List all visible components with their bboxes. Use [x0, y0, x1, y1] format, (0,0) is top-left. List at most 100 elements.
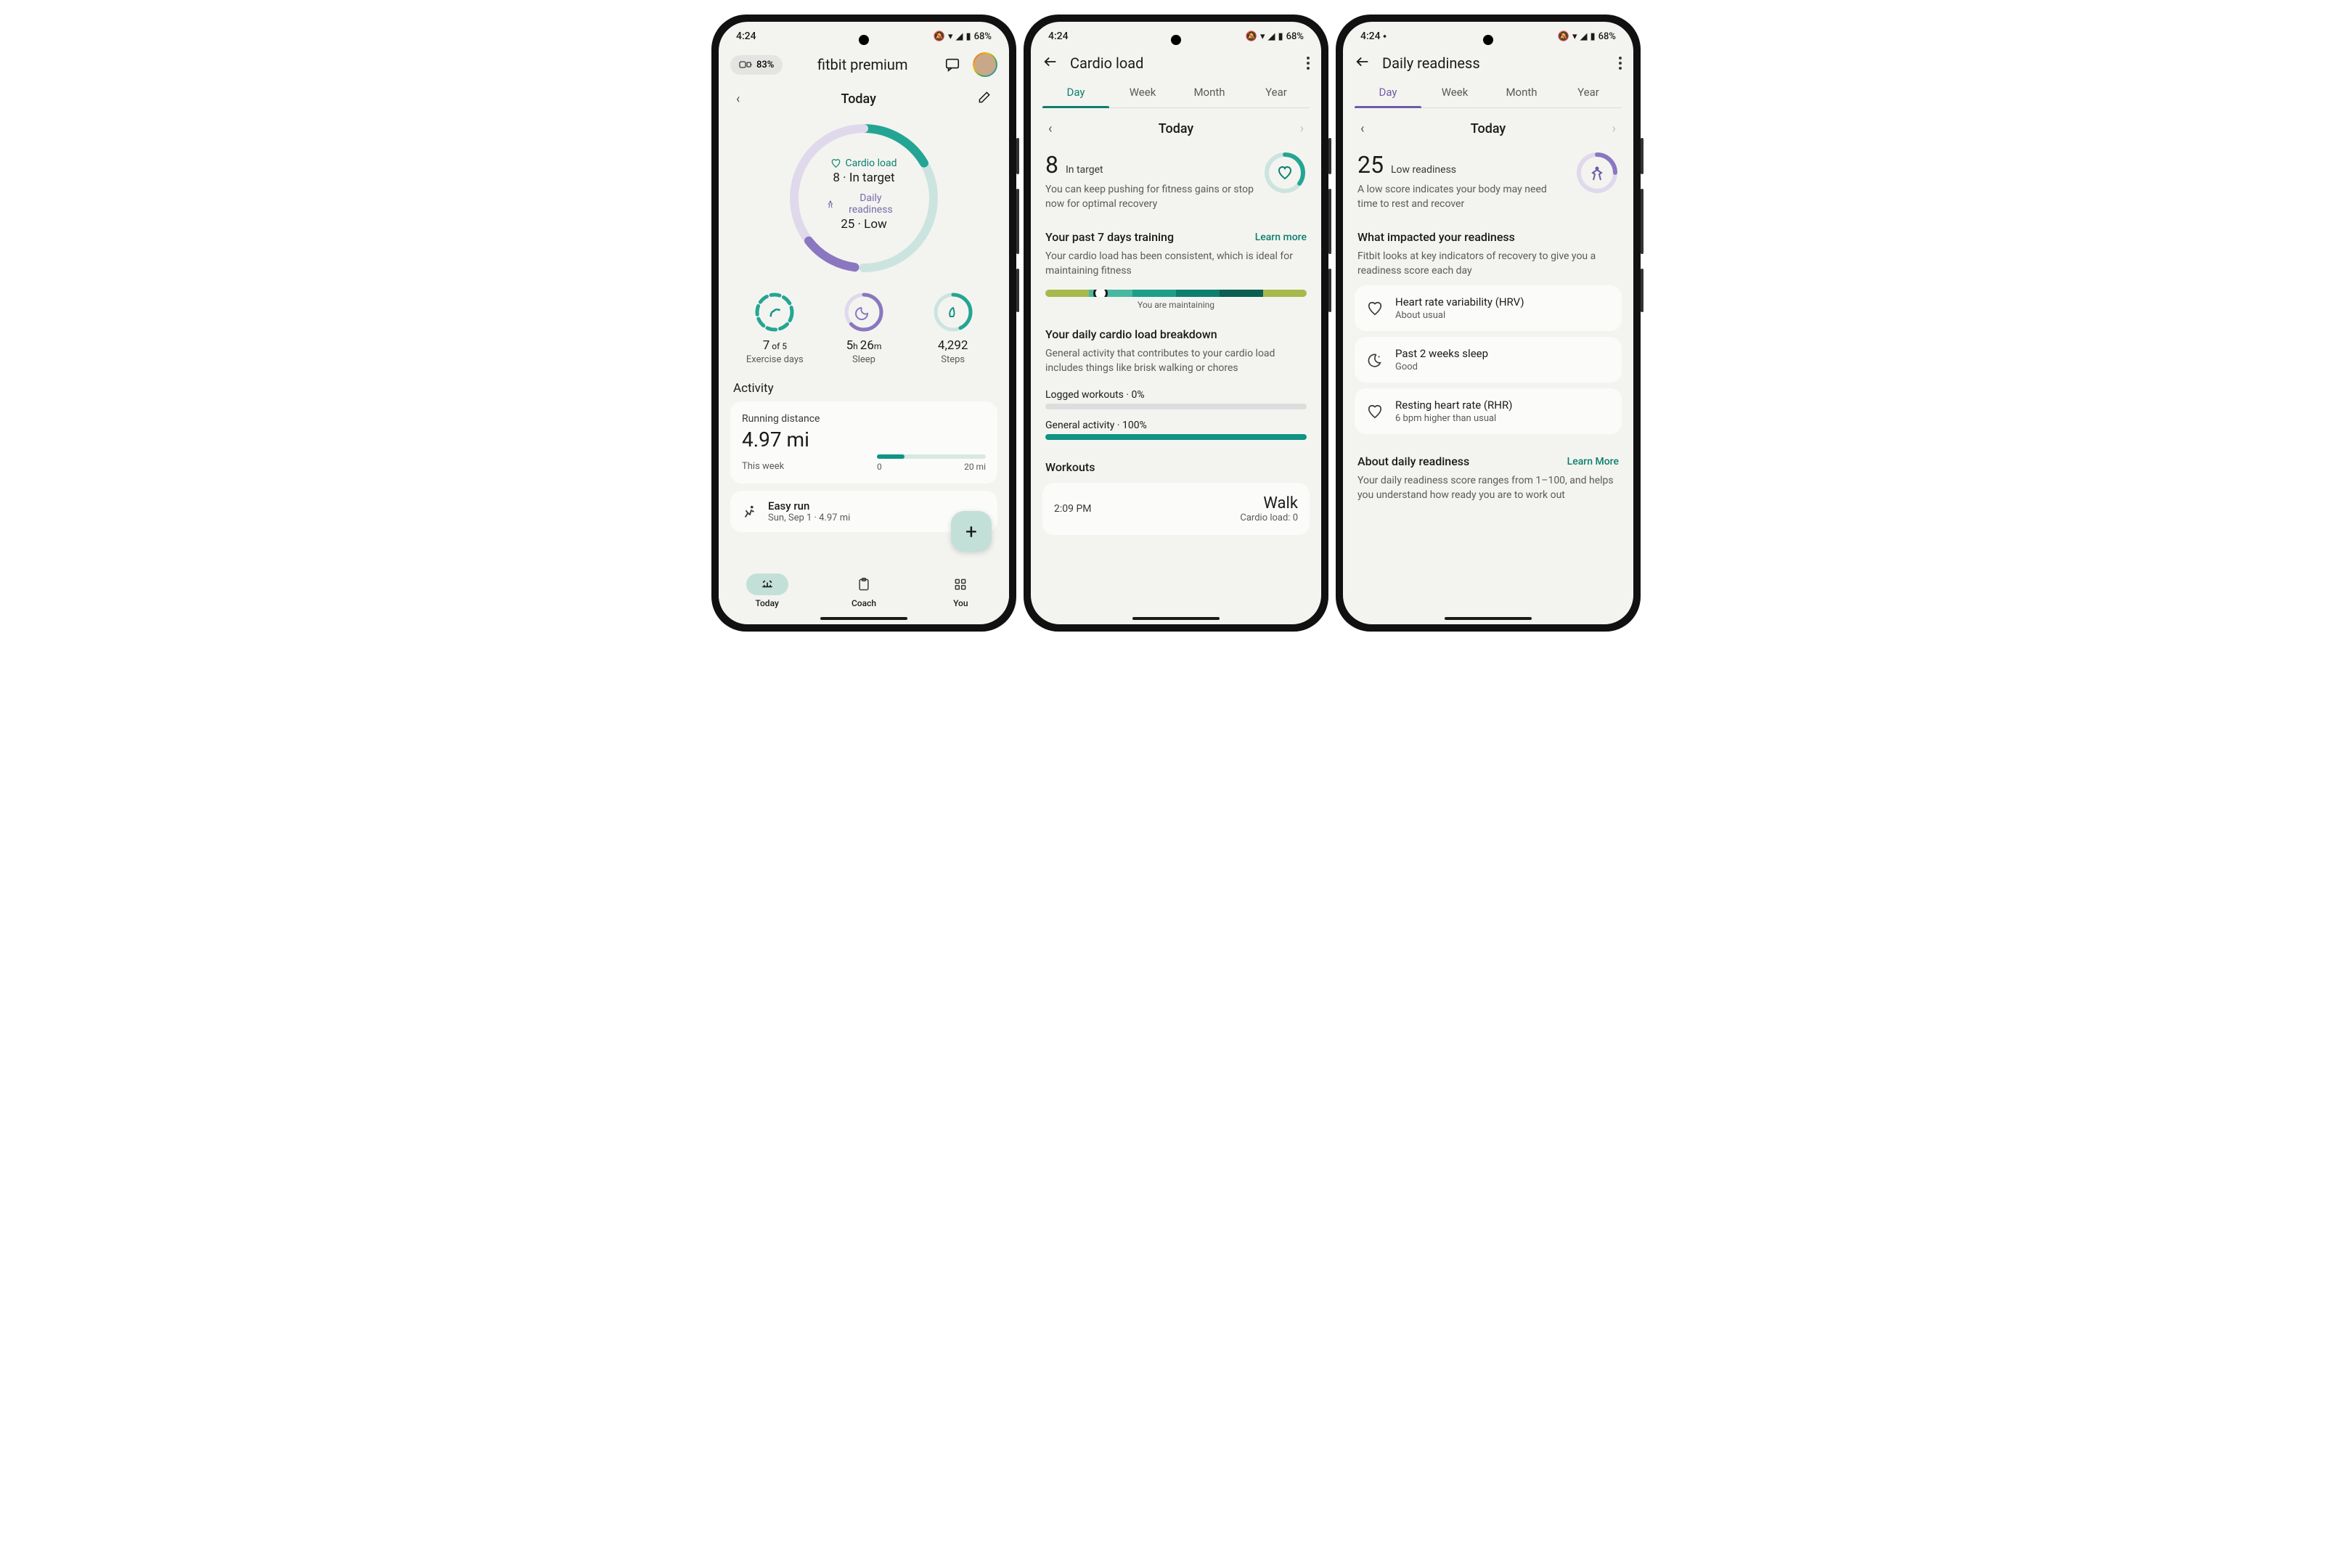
breakdown-title: Your daily cardio load breakdown [1045, 327, 1217, 341]
add-button[interactable]: + [951, 511, 992, 552]
pencil-icon [977, 90, 992, 105]
heart-icon [1367, 404, 1383, 420]
phone-cardio-load: 4:24 🔕 ▾ ◢ ▮ 68% Cardio load Day [1024, 15, 1328, 632]
profile-avatar[interactable] [973, 52, 997, 77]
plus-icon: + [965, 520, 977, 544]
steps-stat[interactable]: 4,292 Steps [908, 292, 997, 365]
nav-you[interactable]: You [912, 573, 1009, 608]
general-activity-label: General activity · 100% [1045, 420, 1307, 431]
main-ring[interactable]: Cardio load 8 · In target Daily readines… [730, 115, 997, 279]
chat-icon [944, 57, 960, 73]
running-period: This week [742, 461, 784, 472]
status-time: 4:24 [1048, 30, 1069, 42]
phone-today: 4:24 🔕 ▾ ◢ ▮ 68% 83% fitbit premium [711, 15, 1016, 632]
workout-time: 2:09 PM [1054, 503, 1092, 515]
back-button[interactable] [1042, 54, 1058, 73]
arrow-left-icon [1355, 54, 1371, 70]
tab-week[interactable]: Week [1109, 77, 1176, 107]
exercise-days-stat[interactable]: 7 of 5 Exercise days [730, 292, 820, 365]
tab-year[interactable]: Year [1555, 77, 1622, 107]
heart-icon [1367, 301, 1383, 317]
running-distance-card[interactable]: Running distance 4.97 mi This week 0 20 … [730, 401, 997, 483]
training-bar: You are maintaining [1042, 285, 1310, 314]
cardio-load-value: 8 · In target [826, 171, 902, 185]
factor-card-hrv[interactable]: Heart rate variability (HRV) About usual [1355, 285, 1622, 331]
readiness-score-desc: A low score indicates your body may need… [1357, 183, 1567, 211]
tab-month[interactable]: Month [1488, 77, 1555, 107]
running-title: Running distance [742, 413, 986, 425]
gesture-bar[interactable] [820, 617, 907, 620]
exercise-value: 7 [763, 338, 770, 353]
running-value: 4.97 mi [742, 428, 986, 452]
rhr-title: Resting heart rate (RHR) [1395, 399, 1512, 412]
workout-item-walk[interactable]: 2:09 PM Walk Cardio load: 0 [1042, 483, 1310, 535]
tab-day[interactable]: Day [1042, 77, 1109, 107]
battery-icon: ▮ [1278, 31, 1283, 42]
sleep-ring-icon [844, 292, 884, 332]
date-label: Today [1159, 121, 1194, 136]
exercise-label: Exercise days [730, 354, 820, 365]
tab-month[interactable]: Month [1176, 77, 1243, 107]
readiness-score-status: Low readiness [1391, 164, 1456, 176]
mute-icon: 🔕 [934, 31, 945, 42]
learn-more-link[interactable]: Learn More [1567, 456, 1619, 467]
more-button[interactable] [1619, 57, 1622, 70]
sleep-label: Sleep [820, 354, 909, 365]
battery-icon: ▮ [1590, 31, 1595, 42]
general-activity-bar [1045, 434, 1307, 440]
status-time: 4:24 [736, 30, 756, 42]
back-button[interactable] [1355, 54, 1371, 73]
sleep-title: Past 2 weeks sleep [1395, 347, 1488, 360]
mute-icon: 🔕 [1246, 31, 1257, 42]
readiness-value: 25 · Low [826, 217, 902, 232]
about-title: About daily readiness [1357, 454, 1469, 468]
status-battery: 68% [974, 31, 992, 42]
previous-day-button[interactable]: ‹ [1048, 121, 1052, 136]
more-button[interactable] [1307, 57, 1310, 70]
wifi-icon: ▾ [1572, 31, 1577, 42]
next-day-button[interactable]: › [1300, 121, 1304, 136]
gesture-bar[interactable] [1445, 617, 1532, 620]
readiness-label: Daily readiness [839, 192, 902, 216]
you-icon [953, 577, 968, 592]
sleep-stat[interactable]: 5h 26m Sleep [820, 292, 909, 365]
tab-year[interactable]: Year [1243, 77, 1310, 107]
sleep-sub: Good [1395, 362, 1488, 372]
sleep-h-unit: h [853, 341, 860, 351]
nav-today[interactable]: Today [719, 573, 815, 608]
previous-day-button[interactable]: ‹ [1360, 121, 1364, 136]
past7-desc: Your cardio load has been consistent, wh… [1042, 247, 1310, 285]
activity-section-title: Activity [730, 374, 997, 401]
steps-ring-icon [933, 292, 973, 332]
gesture-bar[interactable] [1132, 617, 1220, 620]
previous-day-button[interactable]: ‹ [736, 91, 740, 107]
messages-button[interactable] [942, 54, 963, 75]
factor-card-sleep[interactable]: Past 2 weeks sleep Good [1355, 337, 1622, 383]
device-battery-badge[interactable]: 83% [730, 55, 783, 75]
rhr-sub: 6 bpm higher than usual [1395, 413, 1512, 424]
workout-detail: Cardio load: 0 [1240, 513, 1298, 523]
cardio-mini-ring [1263, 151, 1307, 195]
steps-value: 4,292 [908, 338, 997, 353]
readiness-icon [826, 199, 836, 209]
edit-button[interactable] [977, 90, 992, 107]
status-bar: 4:24 ⬩ 🔕 ▾ ◢ ▮ 68% [1343, 22, 1633, 46]
factor-card-rhr[interactable]: Resting heart rate (RHR) 6 bpm higher th… [1355, 388, 1622, 434]
exercise-ring-icon [754, 292, 795, 332]
tab-day[interactable]: Day [1355, 77, 1421, 107]
nav-coach[interactable]: Coach [815, 573, 912, 608]
cardio-score-desc: You can keep pushing for fitness gains o… [1045, 183, 1254, 211]
signal-icon: ◢ [1267, 31, 1275, 42]
mute-icon: 🔕 [1558, 31, 1569, 42]
date-label: Today [841, 91, 876, 107]
status-bar: 4:24 🔕 ▾ ◢ ▮ 68% [719, 22, 1009, 46]
tab-week[interactable]: Week [1421, 77, 1488, 107]
hrv-title: Heart rate variability (HRV) [1395, 295, 1524, 309]
cardio-score: 8 [1045, 151, 1058, 179]
phone-daily-readiness: 4:24 ⬩ 🔕 ▾ ◢ ▮ 68% Daily readiness [1336, 15, 1641, 632]
distance-max: 20 mi [964, 462, 986, 472]
status-battery: 68% [1598, 31, 1616, 42]
hrv-sub: About usual [1395, 310, 1524, 321]
next-day-button[interactable]: › [1612, 121, 1616, 136]
learn-more-link[interactable]: Learn more [1255, 232, 1307, 243]
